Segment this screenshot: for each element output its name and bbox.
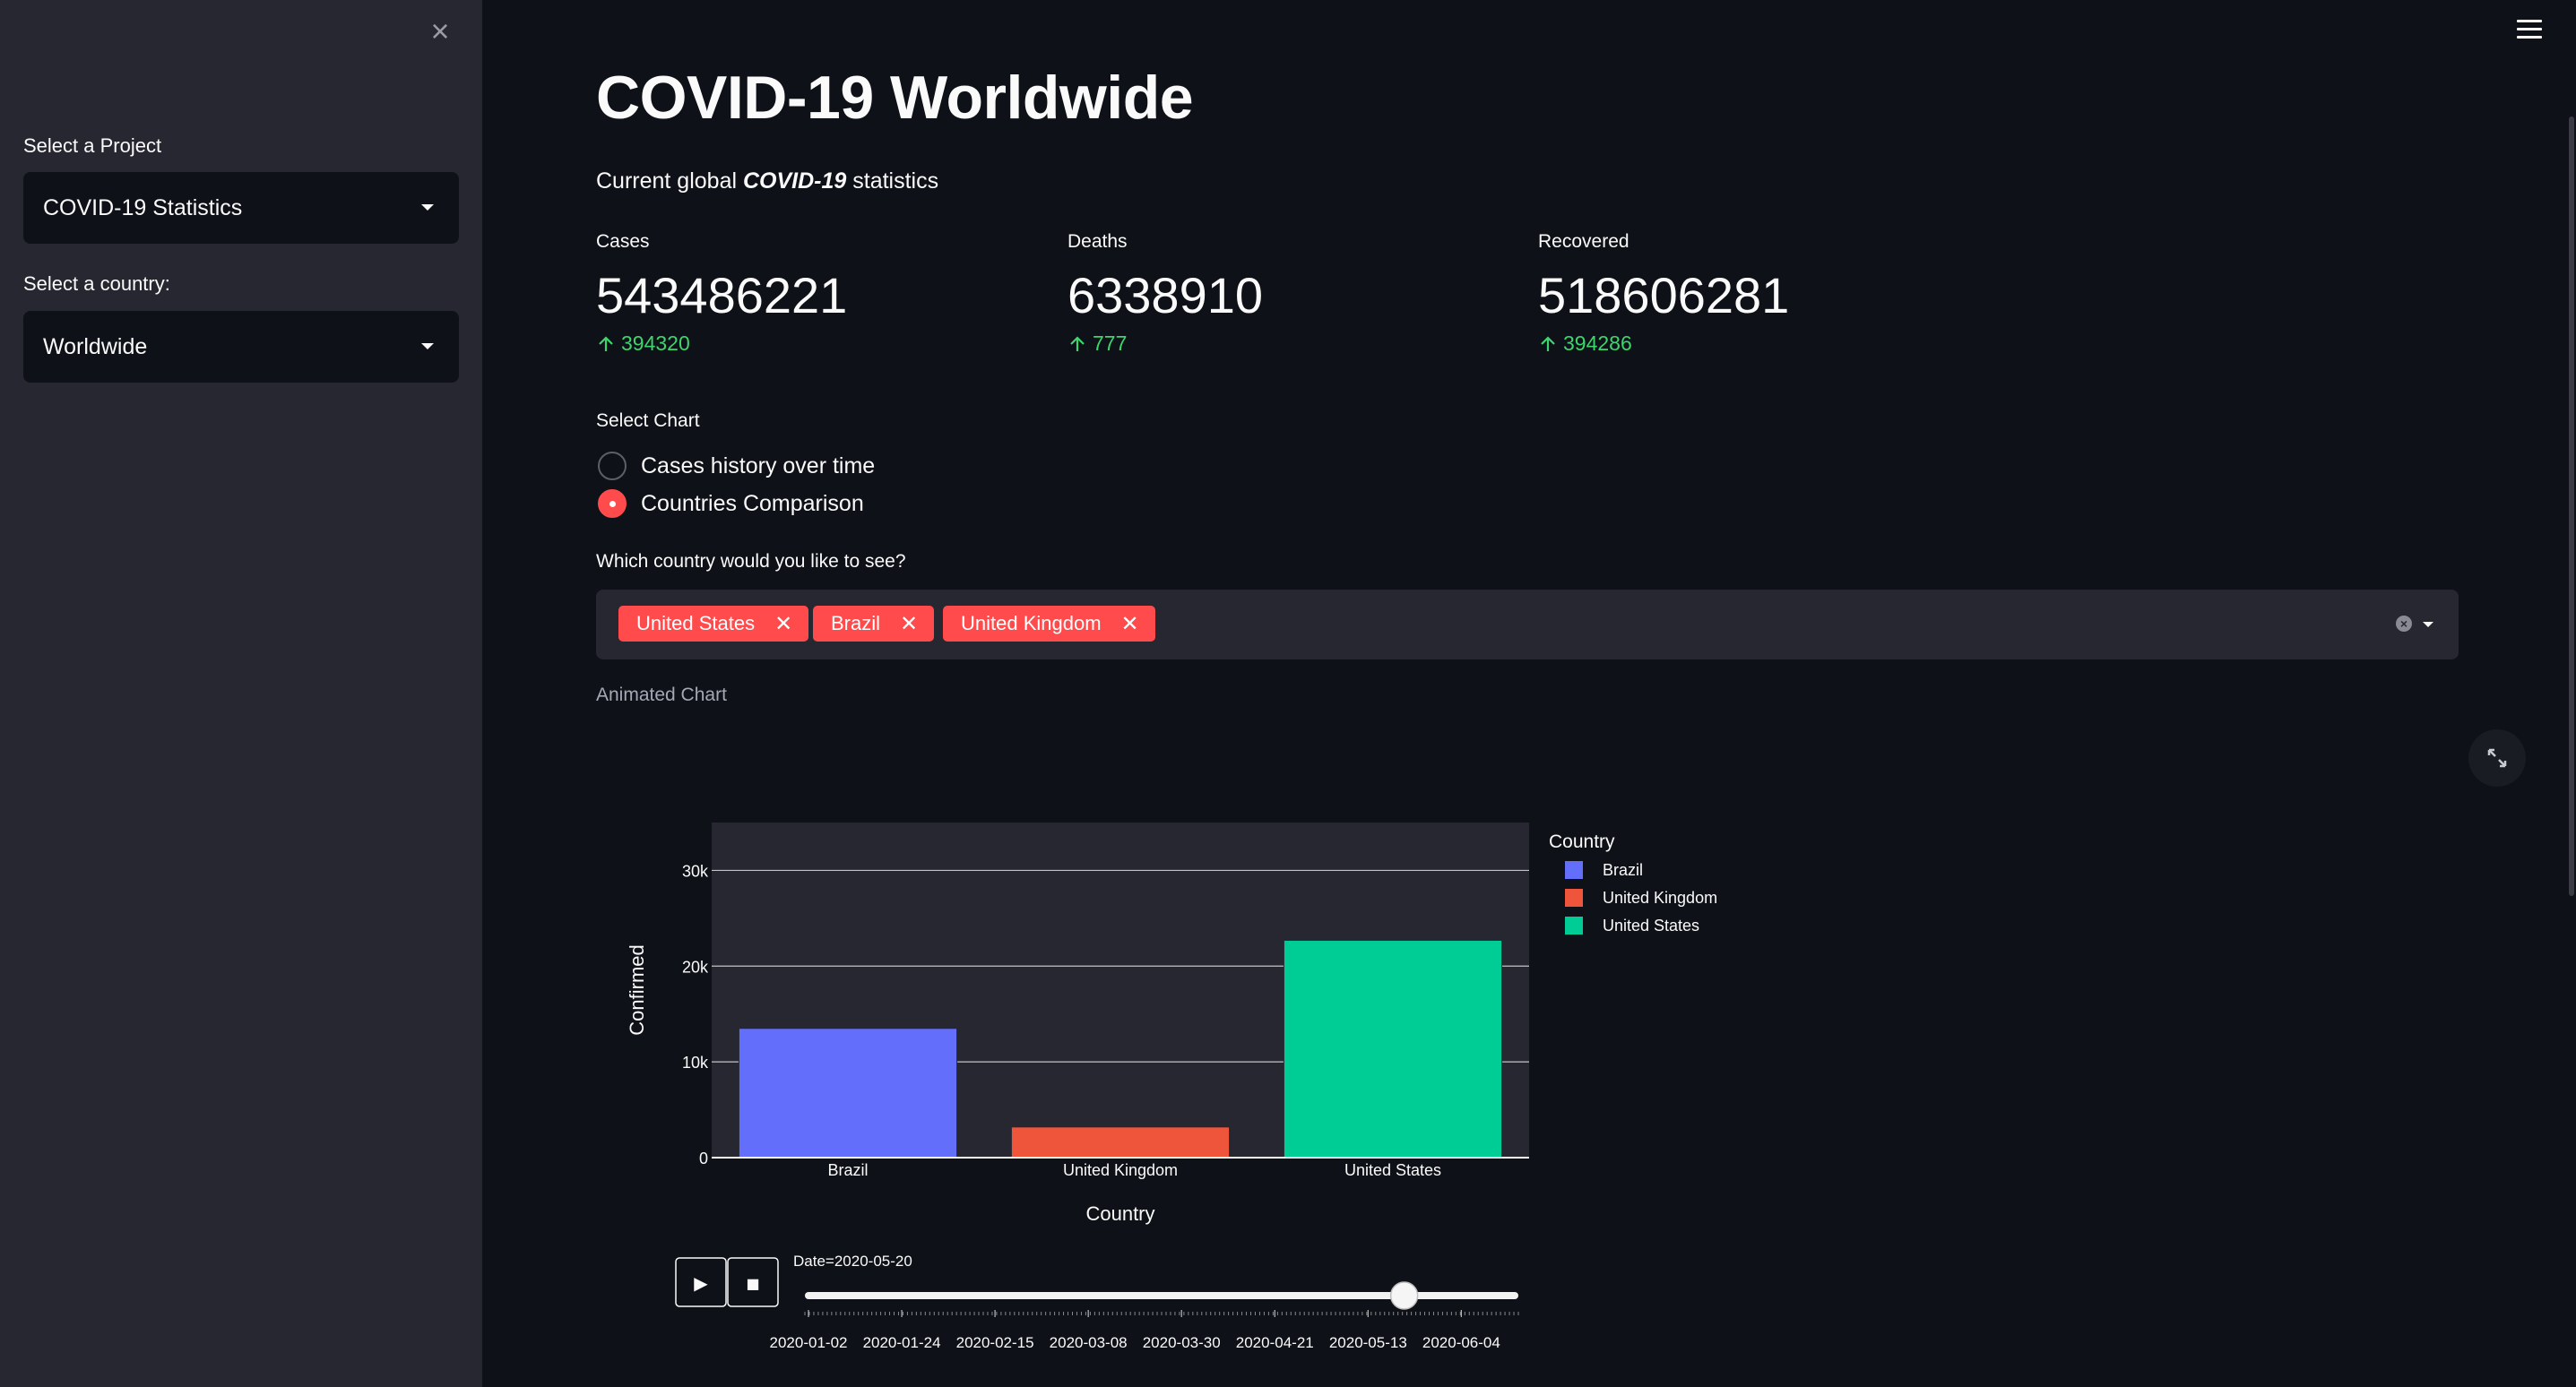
metric-deaths: Deaths 6338910 777 bbox=[1068, 231, 1498, 356]
play-button[interactable]: ▶ bbox=[675, 1257, 727, 1307]
metric-delta: 394320 bbox=[596, 332, 1026, 356]
tag-united-kingdom[interactable]: United Kingdom ✕ bbox=[943, 606, 1155, 642]
country-select-label: Select a country: bbox=[23, 272, 170, 295]
radio-button[interactable] bbox=[598, 489, 627, 518]
project-select-label: Select a Project bbox=[23, 134, 162, 157]
bar-united-kingdom[interactable] bbox=[1010, 1126, 1231, 1159]
radio-label: Countries Comparison bbox=[641, 490, 864, 516]
page-subtitle: Current global COVID-19 statistics bbox=[596, 168, 938, 194]
tag-label: Brazil bbox=[831, 612, 881, 634]
metric-value: 518606281 bbox=[1538, 267, 1790, 323]
metric-delta: 777 bbox=[1068, 332, 1498, 356]
legend-item[interactable]: United States bbox=[1603, 917, 1699, 935]
close-icon[interactable]: × bbox=[425, 15, 455, 47]
metric-label: Deaths bbox=[1068, 231, 1128, 252]
country-multiselect-label: Which country would you like to see? bbox=[596, 551, 906, 572]
y-tick-label: 0 bbox=[699, 1150, 708, 1167]
stop-button[interactable]: ■ bbox=[727, 1257, 779, 1307]
country-select-value: Worldwide bbox=[43, 334, 148, 359]
legend-item[interactable]: United Kingdom bbox=[1603, 889, 1717, 907]
scrollbar[interactable] bbox=[2569, 116, 2574, 896]
legend-swatch[interactable] bbox=[1565, 917, 1583, 935]
country-select[interactable]: Worldwide bbox=[23, 311, 459, 383]
project-select-value: COVID-19 Statistics bbox=[43, 195, 243, 220]
metric-value: 6338910 bbox=[1068, 267, 1264, 323]
metric-recovered: Recovered 518606281 394286 bbox=[1538, 231, 1968, 356]
legend-title: Country bbox=[1549, 831, 1615, 852]
slider-current-value: Date=2020-05-20 bbox=[793, 1253, 912, 1270]
x-tick-label: Brazil bbox=[827, 1161, 868, 1179]
chevron-down-icon bbox=[421, 343, 434, 349]
arrow-up-icon bbox=[599, 335, 613, 351]
tag-united-states[interactable]: United States ✕ bbox=[618, 606, 809, 642]
y-tick-label: 30k bbox=[682, 862, 709, 880]
close-icon[interactable]: ✕ bbox=[774, 611, 792, 637]
metric-delta-value: 777 bbox=[1093, 332, 1128, 355]
stop-icon: ■ bbox=[746, 1275, 759, 1292]
expand-icon bbox=[2487, 748, 2507, 768]
metric-delta: 394286 bbox=[1538, 332, 1968, 356]
slider-date-label: 2020-05-13 bbox=[1329, 1334, 1407, 1351]
arrow-up-icon bbox=[1070, 335, 1085, 351]
y-tick-label: 10k bbox=[682, 1054, 709, 1072]
bar-chart: 0 10k 20k 30k Brazil United Kingdom United Sta… bbox=[626, 823, 1717, 1351]
project-select[interactable]: COVID-19 Statistics bbox=[23, 172, 459, 244]
slider-date-label: 2020-01-24 bbox=[863, 1334, 941, 1351]
legend-swatch[interactable] bbox=[1565, 889, 1583, 907]
radio-label: Cases history over time bbox=[641, 452, 876, 478]
close-icon[interactable]: ✕ bbox=[900, 611, 918, 637]
metric-label: Recovered bbox=[1538, 231, 1629, 252]
tag-label: United States bbox=[636, 612, 756, 634]
animated-chart-label: Animated Chart bbox=[596, 685, 727, 705]
legend-swatch[interactable] bbox=[1565, 861, 1583, 879]
fullscreen-button[interactable] bbox=[2468, 729, 2526, 787]
x-tick-label: United States bbox=[1344, 1161, 1441, 1179]
tag-label: United Kingdom bbox=[961, 612, 1102, 634]
x-axis-label: Country bbox=[1085, 1202, 1154, 1225]
radio-button[interactable] bbox=[598, 452, 627, 480]
chevron-down-icon bbox=[421, 204, 434, 211]
slider-date-label: 2020-04-21 bbox=[1236, 1334, 1314, 1351]
arrow-up-icon bbox=[1541, 335, 1555, 351]
select-chart-label: Select Chart bbox=[596, 410, 700, 431]
radio-cases-history[interactable]: Cases history over time bbox=[598, 452, 875, 480]
slider-handle[interactable] bbox=[1389, 1281, 1419, 1310]
y-tick-label: 20k bbox=[682, 958, 709, 976]
radio-countries-comparison[interactable]: Countries Comparison bbox=[598, 489, 864, 518]
country-multiselect[interactable]: United States ✕ Brazil ✕ United Kingdom … bbox=[596, 590, 2459, 659]
sidebar: × Select a Project COVID-19 Statistics S… bbox=[0, 0, 482, 1387]
slider-date-label: 2020-02-15 bbox=[956, 1334, 1034, 1351]
slider-date-label: 2020-06-04 bbox=[1422, 1334, 1500, 1351]
metric-cases: Cases 543486221 394320 bbox=[596, 231, 1026, 356]
bar-united-states[interactable] bbox=[1283, 939, 1503, 1159]
chevron-down-icon[interactable] bbox=[2423, 622, 2433, 627]
page-title: COVID-19 Worldwide bbox=[596, 64, 1194, 132]
bar-brazil[interactable] bbox=[738, 1028, 958, 1159]
subtitle-emphasis: COVID-19 bbox=[742, 168, 847, 194]
y-axis-label: Confirmed bbox=[626, 944, 648, 1035]
metric-value: 543486221 bbox=[596, 267, 848, 323]
close-icon[interactable]: ✕ bbox=[1121, 611, 1139, 637]
play-icon: ▶ bbox=[694, 1272, 708, 1294]
tag-brazil[interactable]: Brazil ✕ bbox=[813, 606, 935, 642]
legend-item[interactable]: Brazil bbox=[1603, 861, 1643, 879]
subtitle-prefix: Current global bbox=[596, 168, 743, 194]
slider-date-label: 2020-01-02 bbox=[770, 1334, 848, 1351]
clear-all-icon[interactable]: × bbox=[2396, 616, 2412, 632]
metric-label: Cases bbox=[596, 231, 650, 252]
metric-delta-value: 394320 bbox=[621, 332, 690, 355]
menu-icon[interactable] bbox=[2517, 20, 2542, 41]
x-tick-label: United Kingdom bbox=[1063, 1161, 1178, 1179]
slider-date-label: 2020-03-30 bbox=[1143, 1334, 1221, 1351]
metric-delta-value: 394286 bbox=[1563, 332, 1632, 355]
slider-date-label: 2020-03-08 bbox=[1050, 1334, 1128, 1351]
subtitle-suffix: statistics bbox=[846, 168, 939, 194]
